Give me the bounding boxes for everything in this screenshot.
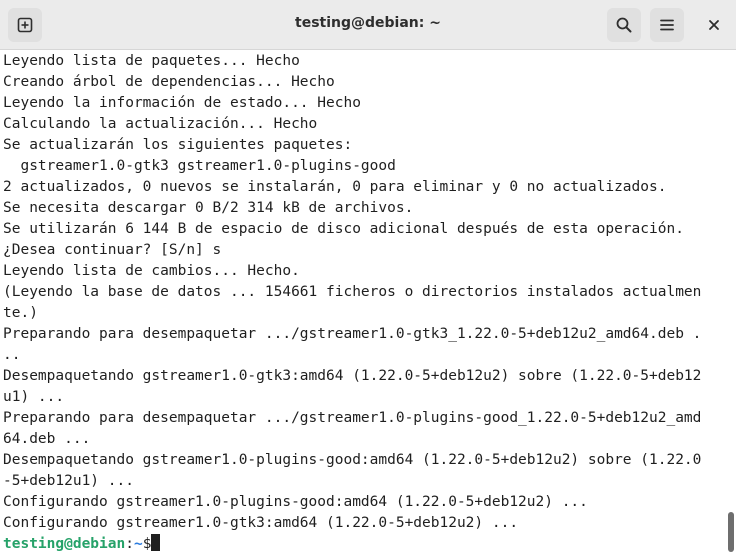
main-menu-button[interactable] [650,8,684,42]
terminal-line: Desempaquetando gstreamer1.0-gtk3:amd64 … [3,368,702,384]
terminal-line: Se actualizarán los siguientes paquetes: [3,137,353,153]
terminal-output[interactable]: Leyendo lista de paquetes... Hecho Crean… [0,50,736,556]
terminal-line: 64.deb ... [3,431,91,447]
prompt-symbol: $ [142,536,152,552]
terminal-line: 2 actualizados, 0 nuevos se instalarán, … [3,179,667,195]
terminal-line: Calculando la actualización... Hecho [3,116,318,132]
terminal-line: (Leyendo la base de datos ... 154661 fic… [3,284,702,300]
new-tab-icon [17,17,33,33]
search-button[interactable] [607,8,641,42]
terminal-line: Preparando para desempaquetar .../gstrea… [3,326,702,342]
terminal-line: Configurando gstreamer1.0-gtk3:amd64 (1.… [3,515,519,531]
terminal-line: ¿Desea continuar? [S/n] s [3,242,222,258]
scrollbar-thumb[interactable] [728,512,734,552]
prompt-colon: : [125,536,134,552]
terminal-lines: Leyendo lista de paquetes... Hecho Crean… [3,51,701,534]
terminal-line: te.) [3,305,38,321]
new-tab-button[interactable] [8,8,42,42]
terminal-line: gstreamer1.0-gtk3 gstreamer1.0-plugins-g… [3,158,396,174]
terminal-line: Leyendo lista de paquetes... Hecho [3,53,300,69]
close-button[interactable] [697,8,731,42]
terminal-line: -5+deb12u1) ... [3,473,134,489]
terminal-line: Desempaquetando gstreamer1.0-plugins-goo… [3,452,702,468]
terminal-line: Se necesita descargar 0 B/2 314 kB de ar… [3,200,414,216]
terminal-window: testing@debian: ~ Leyendo lista de paque… [0,0,736,556]
terminal-line: Se utilizarán 6 144 B de espacio de disc… [3,221,684,237]
vertical-scrollbar[interactable] [726,50,736,556]
prompt-user-host: testing@debian [3,536,126,552]
terminal-line: Leyendo lista de cambios... Hecho. [3,263,300,279]
header-bar: testing@debian: ~ [0,0,736,50]
shell-prompt[interactable]: testing@debian:~$ [3,534,161,555]
text-cursor [151,534,161,551]
terminal-line: .. [3,347,21,363]
terminal-line: Creando árbol de dependencias... Hecho [3,74,335,90]
prompt-path: ~ [133,536,143,552]
close-icon [709,20,719,30]
hamburger-menu-icon [660,19,674,31]
terminal-line: u1) ... [3,389,65,405]
terminal-line: Leyendo la información de estado... Hech… [3,95,361,111]
search-icon [616,17,632,33]
terminal-line: Configurando gstreamer1.0-plugins-good:a… [3,494,588,510]
terminal-line: Preparando para desempaquetar .../gstrea… [3,410,702,426]
